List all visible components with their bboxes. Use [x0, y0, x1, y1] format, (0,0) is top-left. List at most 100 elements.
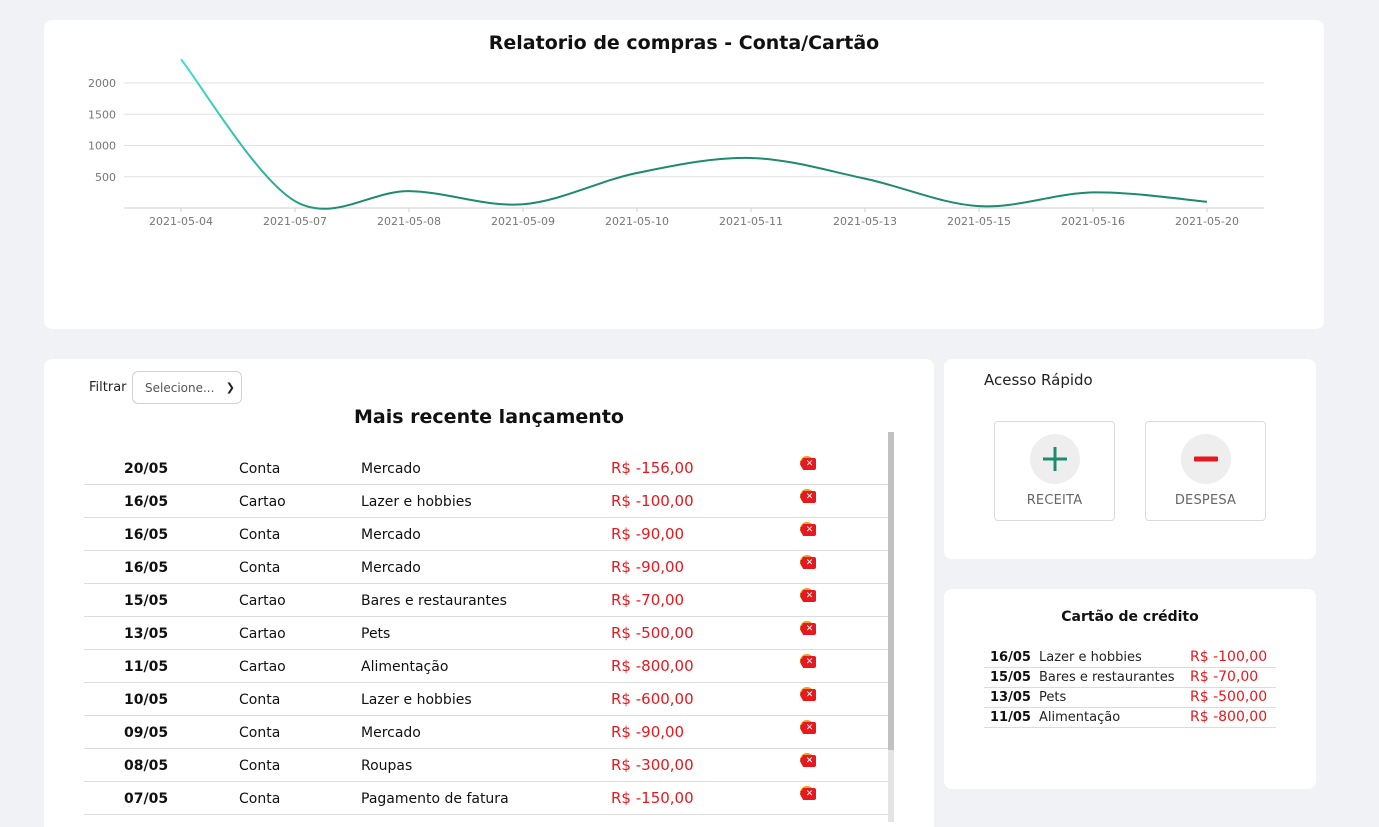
row-date: 16/05	[124, 560, 169, 576]
table-row: 15/05 Cartao Bares e restaurantes R$ -70,00…	[84, 584, 888, 617]
row-date: 09/05	[124, 725, 169, 741]
x-tick-label: 2021-05-09	[491, 215, 555, 228]
plus-icon	[1030, 434, 1080, 484]
quick-access-card: Acesso Rápido RECEITA DESPESA	[944, 359, 1316, 559]
transactions-title: Mais recente lançamento	[354, 406, 624, 428]
y-tick-label: 1000	[88, 140, 116, 153]
x-tick-label: 2021-05-15	[947, 215, 1011, 228]
y-tick-label: 1500	[88, 108, 116, 121]
row-type: Conta	[239, 758, 281, 774]
transactions-list: 20/05ContaMercadoR$ -156,00✎-✕16/05Carta…	[84, 451, 888, 815]
table-row: 09/05ContaMercadoR$ -90,00✎-✕	[84, 716, 888, 749]
filter-select-value: Selecione...	[145, 380, 215, 395]
row-value: R$ -100,00	[611, 492, 694, 510]
x-tick-label: 2021-05-20	[1175, 215, 1239, 228]
cc-row-value: R$ -70,00	[1190, 669, 1259, 685]
table-row: 20/05ContaMercadoR$ -156,00✎-✕	[84, 451, 888, 485]
purchases-line-chart: 500 1000 1500 2000 2021-05-04 2021-05-07 2021-…	[88, 58, 1264, 228]
delete-icon[interactable]: ✕	[800, 590, 816, 602]
row-description: Mercado	[361, 725, 421, 741]
series-line	[180, 58, 1208, 210]
cc-row-value: R$ -800,00	[1190, 709, 1268, 725]
cc-row-description: Alimentação	[1039, 710, 1121, 725]
delete-icon[interactable]: ✕	[800, 722, 816, 734]
cc-row-date: 11/05	[990, 710, 1031, 725]
row-date: 20/05	[124, 461, 169, 477]
add-income-label: RECEITA	[1026, 493, 1083, 508]
row-value: R$ -500,00	[611, 624, 694, 642]
credit-card-title: Cartão de crédito	[1061, 609, 1199, 625]
list-item: 11/05 Alimentação R$ -800,00	[984, 708, 1276, 728]
row-type: Conta	[239, 692, 281, 708]
delete-icon[interactable]: ✕	[800, 491, 816, 503]
row-date: 15/05	[124, 593, 169, 609]
table-row: 07/05ContaPagamento de faturaR$ -150,00✎…	[84, 782, 888, 815]
quick-access-title: Acesso Rápido	[984, 371, 1093, 389]
row-value: R$ -90,00	[611, 723, 685, 741]
delete-icon[interactable]: ✕	[800, 788, 816, 800]
row-description: Mercado	[361, 527, 421, 543]
chevron-down-icon: ❯	[225, 381, 235, 394]
row-value: R$ -150,00	[611, 789, 694, 807]
row-date: 11/05	[124, 659, 169, 675]
cc-row-date: 16/05	[990, 650, 1031, 665]
x-tick-label: 2021-05-16	[1061, 215, 1125, 228]
delete-icon[interactable]: ✕	[800, 557, 816, 569]
scrollbar[interactable]	[888, 432, 894, 822]
x-tick-label: 2021-05-04	[149, 215, 213, 228]
chart-title: Relatorio de compras - Conta/Cartão	[488, 32, 880, 54]
filter-select[interactable]: Selecione... ❯	[132, 371, 242, 404]
cc-row-value: R$ -500,00	[1190, 689, 1268, 705]
delete-icon[interactable]: ✕	[800, 656, 816, 668]
row-type: Cartao	[239, 494, 286, 510]
row-date: 16/05	[124, 527, 169, 543]
x-tick-label: 2021-05-11	[719, 215, 783, 228]
row-value: R$ -90,00	[611, 558, 685, 576]
add-expense-label: DESPESA	[1174, 493, 1237, 508]
y-tick-label: 2000	[88, 77, 116, 90]
table-row: 16/05CartaoLazer e hobbiesR$ -100,00✎-✕	[84, 485, 888, 518]
row-type: Cartao	[239, 593, 286, 609]
scrollbar-thumb[interactable]	[888, 432, 894, 750]
row-description: Pagamento de fatura	[361, 791, 509, 807]
list-item: 13/05 Pets R$ -500,00	[984, 688, 1276, 708]
row-date: 13/05	[124, 626, 169, 642]
row-date: 10/05	[124, 692, 169, 708]
row-description: Mercado	[361, 560, 421, 576]
table-row: 13/05CartaoPetsR$ -500,00✎-✕	[84, 617, 888, 650]
delete-icon[interactable]: ✕	[800, 623, 816, 635]
filter-label: Filtrar	[89, 380, 127, 395]
y-tick-label: 500	[95, 171, 116, 184]
row-description: Lazer e hobbies	[361, 494, 472, 510]
x-tick-label: 2021-05-10	[605, 215, 669, 228]
row-description: Pets	[361, 626, 391, 642]
x-tick-label: 2021-05-08	[377, 215, 441, 228]
list-item: 16/05 Lazer e hobbies R$ -100,00	[984, 648, 1276, 668]
table-row: 11/05CartaoAlimentaçãoR$ -800,00✎-✕	[84, 650, 888, 683]
delete-icon[interactable]: ✕	[800, 755, 816, 767]
row-value: R$ -90,00	[611, 525, 685, 543]
delete-icon[interactable]: ✕	[800, 458, 816, 470]
x-tick-label: 2021-05-07	[263, 215, 327, 228]
row-type: Conta	[239, 461, 281, 477]
credit-card-list: 16/05 Lazer e hobbies R$ -100,00 15/05 Bares…	[984, 648, 1276, 728]
table-row: 08/05ContaRoupasR$ -300,00✎-✕	[84, 749, 888, 782]
row-description: Bares e restaurantes	[361, 593, 507, 609]
row-value: R$ -70,00	[611, 591, 685, 609]
row-type: Cartao	[239, 659, 286, 675]
row-type: Cartao	[239, 626, 286, 642]
row-type: Conta	[239, 791, 281, 807]
table-row: 16/05ContaMercadoR$ -90,00✎-✕	[84, 518, 888, 551]
credit-card-card: Cartão de crédito 16/05 Lazer e hobbies R$…	[944, 589, 1316, 789]
delete-icon[interactable]: ✕	[800, 689, 816, 701]
add-income-button[interactable]: RECEITA	[994, 421, 1115, 521]
row-value: R$ -300,00	[611, 756, 694, 774]
cc-row-date: 13/05	[990, 690, 1031, 705]
row-date: 16/05	[124, 494, 169, 510]
cc-row-description: Pets	[1039, 690, 1067, 705]
delete-icon[interactable]: ✕	[800, 524, 816, 536]
table-row: 10/05ContaLazer e hobbiesR$ -600,00✎-✕	[84, 683, 888, 716]
x-tick-label: 2021-05-13	[833, 215, 897, 228]
list-item: 15/05 Bares e restaurantes R$ -70,00	[984, 668, 1276, 688]
add-expense-button[interactable]: DESPESA	[1145, 421, 1266, 521]
